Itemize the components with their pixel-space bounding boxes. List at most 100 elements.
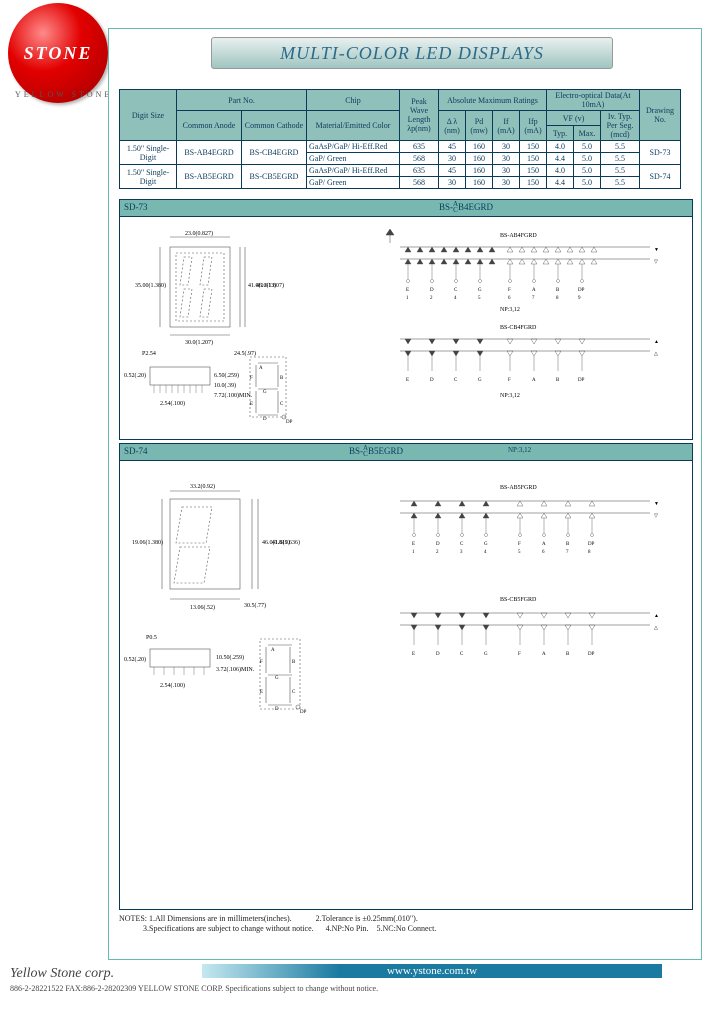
svg-text:B: B (292, 660, 296, 665)
svg-text:B: B (280, 376, 284, 381)
svg-text:BS-CB4FGRD: BS-CB4FGRD (500, 325, 537, 331)
cell: 5.5 (601, 177, 640, 189)
cell: 568 (400, 177, 439, 189)
cell-cathode: BS-CB5EGRD (242, 165, 307, 189)
svg-text:F: F (518, 652, 521, 657)
svg-text:D: D (430, 378, 434, 383)
svg-text:2: 2 (436, 550, 439, 555)
th-iv: Iv. Typ. Per Seg. (mcd) (601, 111, 640, 141)
svg-text:41.6(1.636): 41.6(1.636) (272, 539, 300, 546)
svg-text:33.2(0.92): 33.2(0.92) (190, 483, 215, 490)
th-drawing: Drawing No. (640, 90, 681, 141)
cell: 160 (466, 141, 493, 153)
pn-prefix: BS- (439, 202, 453, 212)
svg-text:D: D (275, 707, 279, 712)
cell: 45 (439, 165, 466, 177)
svg-text:F: F (250, 376, 253, 381)
cell-mat: GaAsP/GaP/ Hi-Eff.Red (307, 165, 400, 177)
svg-text:E: E (406, 378, 409, 383)
svg-text:G: G (478, 378, 482, 383)
logo-text: STONE (24, 43, 93, 64)
cell-cathode: BS-CB4EGRD (242, 141, 307, 165)
page-frame: MULTI-COLOR LED DISPLAYS Digit Size Part… (108, 28, 702, 960)
cell: 160 (466, 153, 493, 165)
cell: 5.0 (574, 177, 601, 189)
cell: 150 (520, 177, 547, 189)
svg-text:7: 7 (566, 550, 569, 555)
svg-text:C: C (460, 652, 464, 657)
th-abs: Absolute Maximum Ratings (439, 90, 547, 111)
table-row: 1.50" Single-Digit BS-AB5EGRD BS-CB5EGRD… (120, 165, 681, 177)
th-vf: VF (v) (547, 111, 601, 126)
footer-company: Yellow Stone corp. (10, 966, 114, 981)
cell: 5.5 (601, 153, 640, 165)
th-anode: Common Anode (177, 111, 242, 141)
svg-text:G: G (263, 390, 267, 395)
svg-text:E: E (250, 402, 253, 407)
svg-text:A: A (271, 648, 275, 653)
svg-text:BS-AB5FGRD: BS-AB5FGRD (500, 485, 537, 491)
svg-text:△: △ (654, 351, 658, 357)
svg-text:DP: DP (588, 542, 595, 547)
note-4: 4.NP:No Pin. (326, 924, 369, 933)
np-label: NP:3,12 (508, 446, 688, 458)
svg-text:A: A (259, 366, 263, 371)
svg-text:B: B (566, 652, 570, 657)
footer: Yellow Stone corp. www.ystone.com.tw 886… (10, 964, 710, 993)
title-banner: MULTI-COLOR LED DISPLAYS (211, 37, 613, 69)
svg-text:C: C (280, 402, 284, 407)
svg-text:C: C (460, 542, 464, 547)
cell-anode: BS-AB5EGRD (177, 165, 242, 189)
svg-text:F: F (508, 288, 511, 293)
svg-text:10.0(.39): 10.0(.39) (214, 382, 236, 389)
svg-text:E: E (412, 542, 415, 547)
svg-text:D: D (436, 652, 440, 657)
panel-sd: SD-73 (124, 202, 244, 214)
svg-text:2: 2 (430, 296, 433, 301)
cell: 30 (493, 141, 520, 153)
svg-text:▽: ▽ (654, 513, 658, 519)
panel-pn: BS-ACB4EGRD (244, 202, 688, 214)
svg-text:13.06(.52): 13.06(.52) (190, 604, 215, 611)
mechanical-drawing: 23.0(0.827) 35.00(1.380) 41.0(1.613) 46.… (140, 237, 350, 439)
svg-text:▼: ▼ (654, 502, 659, 507)
svg-text:30.5(.77): 30.5(.77) (244, 602, 266, 609)
footer-sub: 886-2-28221522 FAX:886-2-28202309 YELLOW… (10, 984, 710, 993)
svg-text:19.06(1.380): 19.06(1.380) (132, 539, 163, 546)
th-partno: Part No. (177, 90, 307, 111)
svg-text:C: C (454, 378, 458, 383)
svg-text:A: A (532, 288, 536, 293)
svg-text:0.52(.20): 0.52(.20) (124, 372, 146, 379)
spec-table: Digit Size Part No. Chip Peak Wave Lengt… (119, 89, 681, 189)
mechanical-drawing-2: 33.2(0.92) 19.06(1.380) 46.0(1.819) 41.6… (140, 489, 350, 751)
svg-text:P0.5: P0.5 (146, 635, 157, 641)
svg-text:4: 4 (484, 550, 487, 555)
cell: 4.4 (547, 177, 574, 189)
th-eo: Electro-optical Data(At 10mA) (547, 90, 640, 111)
cell-dwg: SD-73 (640, 141, 681, 165)
svg-text:F: F (260, 660, 263, 665)
schematic-drawing-2: BS-AB5FGRD EDCGFABDP 12345678 (390, 481, 680, 743)
cell: 30 (439, 177, 466, 189)
svg-text:DP: DP (286, 420, 293, 425)
svg-text:8: 8 (588, 550, 591, 555)
cell: 160 (466, 177, 493, 189)
svg-text:A: A (532, 378, 536, 383)
cell: 150 (520, 165, 547, 177)
svg-text:D: D (436, 542, 440, 547)
th-typ: Typ. (547, 126, 574, 141)
svg-text:7: 7 (532, 296, 535, 301)
svg-text:3.72(.106)MIN.: 3.72(.106)MIN. (216, 666, 255, 673)
schematic-drawing: BS-AB4FGRD (390, 229, 680, 431)
cell: 160 (466, 165, 493, 177)
cell-mat: GaP/ Green (307, 153, 400, 165)
svg-text:G: G (275, 676, 279, 681)
svg-text:C: C (292, 690, 296, 695)
cell: 5.5 (601, 165, 640, 177)
notes: NOTES: 1.All Dimensions are in millimete… (119, 914, 436, 933)
svg-text:1: 1 (406, 296, 409, 301)
svg-text:1: 1 (412, 550, 415, 555)
svg-text:NP:3,12: NP:3,12 (500, 307, 520, 313)
svg-text:DP: DP (300, 710, 307, 715)
th-pd: Pd (mw) (466, 111, 493, 141)
